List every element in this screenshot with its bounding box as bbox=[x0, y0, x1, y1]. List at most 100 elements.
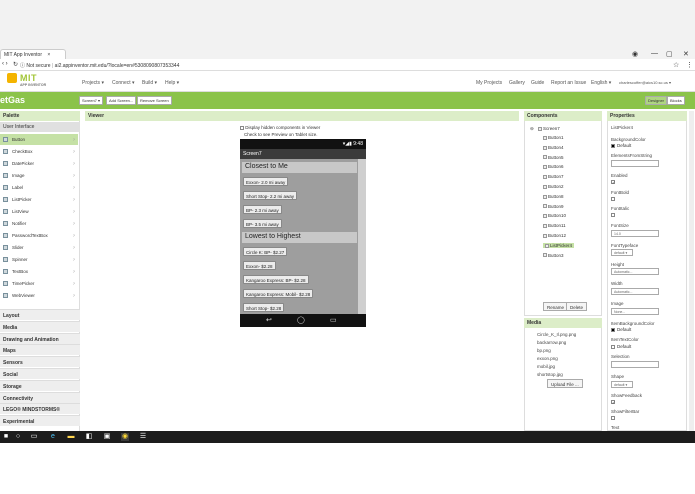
reload-icon[interactable]: ↻ bbox=[13, 61, 18, 68]
palette-item-textbox[interactable]: TextBox? bbox=[0, 266, 78, 277]
component-root[interactable]: Screen7 bbox=[538, 126, 560, 131]
page-scrollbar[interactable] bbox=[689, 111, 694, 431]
component-button4[interactable]: Button4 bbox=[543, 145, 564, 150]
palette-item-label[interactable]: Label? bbox=[0, 182, 78, 193]
help-icon[interactable]: ? bbox=[73, 197, 75, 202]
palette-category-7[interactable]: Connectivity bbox=[0, 391, 80, 403]
palette-category-5[interactable]: Social bbox=[0, 368, 80, 379]
help-icon[interactable]: ? bbox=[73, 233, 75, 238]
back-icon[interactable]: ‹ › bbox=[2, 61, 8, 67]
prop-showfeedback-checkbox[interactable]: ✓ bbox=[611, 400, 615, 405]
price-button-2[interactable]: Kangaroo Express: BP- $2.28 bbox=[243, 275, 309, 284]
closest-button-1[interactable]: Short Stop- 2.2 mi away bbox=[243, 191, 298, 200]
maximize-button[interactable]: ▢ bbox=[666, 50, 673, 58]
prop-width-input[interactable]: Automatic... bbox=[611, 288, 659, 295]
prop-fontbold-checkbox[interactable] bbox=[611, 197, 615, 201]
palette-category-6[interactable]: Storage bbox=[0, 379, 80, 391]
prop-typeface-dropdown[interactable]: default ▾ bbox=[611, 249, 633, 256]
palette-item-listpicker[interactable]: ListPicker? bbox=[0, 194, 78, 205]
palette-item-spinner[interactable]: Spinner? bbox=[0, 254, 78, 265]
tablet-preview-label[interactable]: Check to see Preview on Tablet size. bbox=[244, 132, 317, 137]
help-icon[interactable]: ? bbox=[73, 257, 75, 262]
component-button6[interactable]: Button6 bbox=[543, 164, 564, 169]
address-bar[interactable]: ⓘ Not secure | ai2.appinventor.mit.edu/?… bbox=[20, 61, 670, 70]
prop-fontsize-input[interactable]: 14.0 bbox=[611, 230, 659, 237]
tab-close-icon[interactable]: × bbox=[47, 52, 50, 58]
help-icon[interactable]: ? bbox=[73, 161, 75, 166]
prop-bgcolor-picker[interactable]: Default bbox=[611, 143, 631, 148]
chrome-icon[interactable]: ◉ bbox=[121, 433, 129, 441]
prop-fontitalic-checkbox[interactable] bbox=[611, 213, 615, 217]
app-icon[interactable]: ▣ bbox=[103, 433, 111, 441]
screen-dropdown[interactable]: Screen7 ▾ bbox=[79, 96, 104, 105]
palette-category-1[interactable]: Media bbox=[0, 320, 80, 332]
palette-item-webviewer[interactable]: WebViewer? bbox=[0, 290, 78, 301]
price-button-4[interactable]: Short Stop- $2.28 bbox=[243, 303, 285, 312]
component-button10[interactable]: Button10 bbox=[543, 213, 566, 218]
media-file-1[interactable]: backarrow.png bbox=[537, 340, 566, 345]
delete-button[interactable]: Delete bbox=[566, 302, 588, 311]
palette-category-9[interactable]: Experimental bbox=[0, 415, 80, 427]
help-icon[interactable]: ? bbox=[73, 269, 75, 274]
profile-icon[interactable]: ◉ bbox=[632, 50, 638, 58]
closest-button-0[interactable]: Exxon- 2.0 mi away bbox=[243, 177, 289, 186]
prop-elements-input[interactable] bbox=[611, 160, 659, 167]
heading-lowest[interactable]: Lowest to Highest bbox=[242, 232, 357, 243]
browser-menu-icon[interactable]: ⋮ bbox=[686, 61, 693, 69]
menu-guide[interactable]: Guide bbox=[531, 80, 544, 86]
notes-icon[interactable]: ☰ bbox=[139, 433, 147, 441]
menu-build[interactable]: Build ▾ bbox=[142, 80, 157, 86]
palette-item-listview[interactable]: ListView? bbox=[0, 206, 78, 217]
price-button-1[interactable]: Exxon- $2.28 bbox=[243, 261, 276, 270]
help-icon[interactable]: ? bbox=[73, 293, 75, 298]
search-icon[interactable]: ○ bbox=[14, 433, 22, 441]
collapse-icon[interactable]: ⊖ bbox=[530, 126, 534, 132]
media-file-5[interactable]: shortstop.jpg bbox=[537, 372, 563, 377]
menu-language[interactable]: English ▾ bbox=[591, 80, 611, 86]
designer-button[interactable]: Designer bbox=[645, 96, 668, 105]
help-icon[interactable]: ? bbox=[73, 281, 75, 286]
prop-selection-input[interactable] bbox=[611, 361, 659, 368]
palette-category-8[interactable]: LEGO® MINDSTORMS® bbox=[0, 403, 80, 415]
file-explorer-icon[interactable]: ▬ bbox=[67, 433, 75, 441]
heading-closest[interactable]: Closest to Me bbox=[242, 162, 357, 173]
media-file-0[interactable]: Circle_K_Il.png.png bbox=[537, 332, 576, 337]
closest-button-2[interactable]: BP- 2.3 mi away bbox=[243, 205, 282, 214]
palette-category-4[interactable]: Sensors bbox=[0, 356, 80, 368]
prop-height-input[interactable]: Automatic... bbox=[611, 268, 659, 275]
menu-connect[interactable]: Connect ▾ bbox=[112, 80, 135, 86]
help-icon[interactable]: ? bbox=[73, 245, 75, 250]
menu-projects[interactable]: Projects ▾ bbox=[82, 80, 104, 86]
price-button-3[interactable]: Kangaroo Express: Mobil- $2.28 bbox=[243, 289, 314, 298]
edge-icon[interactable]: e bbox=[49, 433, 57, 441]
menu-my-projects[interactable]: My Projects bbox=[476, 80, 502, 86]
blocks-button[interactable]: Blocks bbox=[667, 96, 685, 105]
component-button7[interactable]: Button7 bbox=[543, 174, 564, 179]
component-button8[interactable]: Button8 bbox=[543, 194, 564, 199]
component-button12[interactable]: Button12 bbox=[543, 233, 566, 238]
menu-gallery[interactable]: Gallery bbox=[509, 80, 525, 86]
help-icon[interactable]: ? bbox=[73, 173, 75, 178]
rename-button[interactable]: Rename bbox=[543, 302, 569, 311]
palette-item-timepicker[interactable]: TimePicker? bbox=[0, 278, 78, 289]
palette-item-button[interactable]: Button? bbox=[0, 134, 78, 145]
media-file-3[interactable]: exxon.png bbox=[537, 356, 558, 361]
screen-scrollbar[interactable] bbox=[358, 159, 366, 314]
palette-item-image[interactable]: Image? bbox=[0, 170, 78, 181]
component-button2[interactable]: Button2 bbox=[543, 184, 564, 189]
help-icon[interactable]: ? bbox=[73, 185, 75, 190]
minimize-button[interactable]: — bbox=[651, 50, 658, 57]
palette-category-3[interactable]: Maps bbox=[0, 344, 80, 356]
component-button11[interactable]: Button11 bbox=[543, 223, 566, 228]
price-button-0[interactable]: Circle K: BP- $2.27 bbox=[243, 247, 288, 256]
task-view-icon[interactable]: ▭ bbox=[30, 433, 38, 441]
media-file-4[interactable]: mobil.jpg bbox=[537, 364, 555, 369]
prop-enabled-checkbox[interactable]: ✓ bbox=[611, 180, 615, 185]
help-icon[interactable]: ? bbox=[73, 137, 75, 142]
palette-item-slider[interactable]: Slider? bbox=[0, 242, 78, 253]
menu-help[interactable]: Help ▾ bbox=[165, 80, 179, 86]
prop-itemtext-picker[interactable]: Default bbox=[611, 344, 631, 349]
start-icon[interactable]: ■ bbox=[2, 433, 10, 441]
prop-itembg-picker[interactable]: Default bbox=[611, 327, 631, 332]
palette-item-checkbox[interactable]: CheckBox? bbox=[0, 146, 78, 157]
